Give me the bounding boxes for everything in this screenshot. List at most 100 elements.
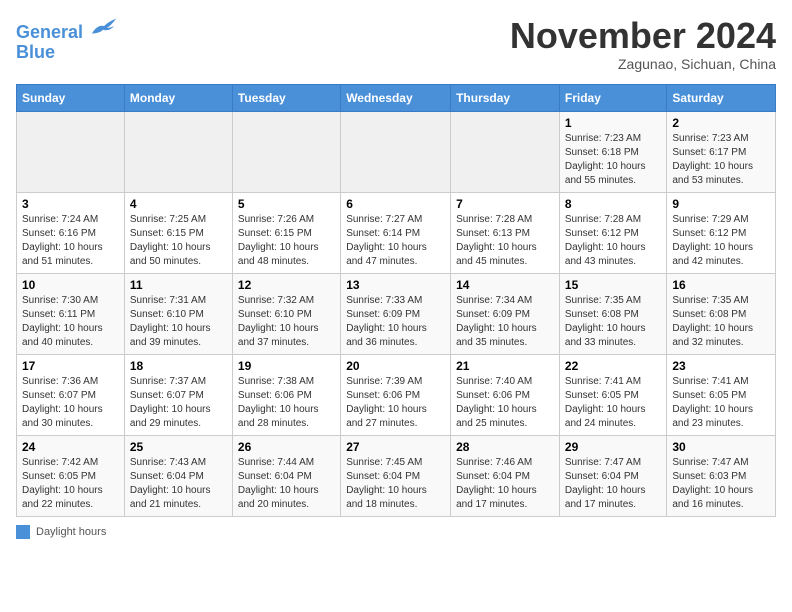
day-number: 26 — [238, 440, 335, 454]
day-info: Sunrise: 7:31 AMSunset: 6:10 PMDaylight:… — [130, 294, 227, 350]
day-number: 20 — [346, 359, 445, 373]
day-info: Sunrise: 7:23 AMSunset: 6:18 PMDaylight:… — [565, 132, 661, 188]
title-block: November 2024 Zagunao, Sichuan, China — [510, 16, 776, 72]
day-number: 9 — [672, 197, 770, 211]
calendar-day-cell — [124, 111, 232, 192]
day-number: 28 — [456, 440, 554, 454]
day-number: 25 — [130, 440, 227, 454]
day-info: Sunrise: 7:35 AMSunset: 6:08 PMDaylight:… — [565, 294, 661, 350]
calendar-day-cell: 12 Sunrise: 7:32 AMSunset: 6:10 PMDayligh… — [232, 273, 340, 354]
calendar-day-cell: 22 Sunrise: 7:41 AMSunset: 6:05 PMDayligh… — [559, 354, 666, 435]
day-number: 21 — [456, 359, 554, 373]
day-number: 15 — [565, 278, 661, 292]
calendar-day-cell: 8Sunrise: 7:28 AMSunset: 6:12 PMDaylight… — [559, 192, 666, 273]
day-info: Sunrise: 7:45 AMSunset: 6:04 PMDaylight:… — [346, 456, 445, 512]
day-info: Sunrise: 7:30 AMSunset: 6:11 PMDaylight:… — [22, 294, 119, 350]
day-number: 19 — [238, 359, 335, 373]
day-number: 16 — [672, 278, 770, 292]
day-info: Sunrise: 7:47 AMSunset: 6:03 PMDaylight:… — [672, 456, 770, 512]
day-number: 22 — [565, 359, 661, 373]
page-header: General Blue November 2024 Zagunao, Sich… — [16, 16, 776, 72]
day-info: Sunrise: 7:42 AMSunset: 6:05 PMDaylight:… — [22, 456, 119, 512]
calendar-week-row: 1Sunrise: 7:23 AMSunset: 6:18 PMDaylight… — [17, 111, 776, 192]
calendar-day-cell — [17, 111, 125, 192]
calendar-week-row: 3 Sunrise: 7:24 AMSunset: 6:16 PMDaylight… — [17, 192, 776, 273]
day-number: 10 — [22, 278, 119, 292]
calendar-day-cell: 5 Sunrise: 7:26 AMSunset: 6:15 PMDaylight… — [232, 192, 340, 273]
legend-color-box — [16, 525, 30, 539]
calendar-body: 1Sunrise: 7:23 AMSunset: 6:18 PMDaylight… — [17, 111, 776, 516]
day-number: 3 — [22, 197, 119, 211]
calendar-day-cell: 15 Sunrise: 7:35 AMSunset: 6:08 PMDayligh… — [559, 273, 666, 354]
calendar-day-cell: 29 Sunrise: 7:47 AMSunset: 6:04 PMDayligh… — [559, 435, 666, 516]
calendar-day-cell: 14 Sunrise: 7:34 AMSunset: 6:09 PMDayligh… — [451, 273, 560, 354]
calendar-day-cell: 4Sunrise: 7:25 AMSunset: 6:15 PMDaylight… — [124, 192, 232, 273]
day-info: Sunrise: 7:47 AMSunset: 6:04 PMDaylight:… — [565, 456, 661, 512]
day-number: 17 — [22, 359, 119, 373]
day-number: 5 — [238, 197, 335, 211]
calendar-week-row: 24 Sunrise: 7:42 AMSunset: 6:05 PMDayligh… — [17, 435, 776, 516]
calendar-day-cell: 27 Sunrise: 7:45 AMSunset: 6:04 PMDayligh… — [341, 435, 451, 516]
calendar-header-cell: Wednesday — [341, 84, 451, 111]
day-number: 7 — [456, 197, 554, 211]
day-info: Sunrise: 7:28 AMSunset: 6:12 PMDaylight:… — [565, 213, 661, 269]
calendar-day-cell — [341, 111, 451, 192]
day-number: 6 — [346, 197, 445, 211]
day-number: 12 — [238, 278, 335, 292]
day-info: Sunrise: 7:38 AMSunset: 6:06 PMDaylight:… — [238, 375, 335, 431]
day-info: Sunrise: 7:39 AMSunset: 6:06 PMDaylight:… — [346, 375, 445, 431]
day-info: Sunrise: 7:36 AMSunset: 6:07 PMDaylight:… — [22, 375, 119, 431]
calendar-day-cell: 16 Sunrise: 7:35 AMSunset: 6:08 PMDayligh… — [667, 273, 776, 354]
day-info: Sunrise: 7:27 AMSunset: 6:14 PMDaylight:… — [346, 213, 445, 269]
calendar-day-cell: 20 Sunrise: 7:39 AMSunset: 6:06 PMDayligh… — [341, 354, 451, 435]
calendar-day-cell: 19 Sunrise: 7:38 AMSunset: 6:06 PMDayligh… — [232, 354, 340, 435]
day-info: Sunrise: 7:41 AMSunset: 6:05 PMDaylight:… — [565, 375, 661, 431]
day-number: 2 — [672, 116, 770, 130]
day-info: Sunrise: 7:35 AMSunset: 6:08 PMDaylight:… — [672, 294, 770, 350]
calendar-header-cell: Tuesday — [232, 84, 340, 111]
calendar-table: SundayMondayTuesdayWednesdayThursdayFrid… — [16, 84, 776, 517]
location-subtitle: Zagunao, Sichuan, China — [510, 56, 776, 72]
day-number: 29 — [565, 440, 661, 454]
day-number: 27 — [346, 440, 445, 454]
calendar-header-cell: Monday — [124, 84, 232, 111]
calendar-day-cell: 17 Sunrise: 7:36 AMSunset: 6:07 PMDayligh… — [17, 354, 125, 435]
day-number: 11 — [130, 278, 227, 292]
day-info: Sunrise: 7:34 AMSunset: 6:09 PMDaylight:… — [456, 294, 554, 350]
calendar-day-cell: 1Sunrise: 7:23 AMSunset: 6:18 PMDaylight… — [559, 111, 666, 192]
day-info: Sunrise: 7:43 AMSunset: 6:04 PMDaylight:… — [130, 456, 227, 512]
day-info: Sunrise: 7:24 AMSunset: 6:16 PMDaylight:… — [22, 213, 119, 269]
month-title: November 2024 — [510, 16, 776, 56]
calendar-day-cell: 3 Sunrise: 7:24 AMSunset: 6:16 PMDaylight… — [17, 192, 125, 273]
calendar-header-cell: Sunday — [17, 84, 125, 111]
calendar-week-row: 10 Sunrise: 7:30 AMSunset: 6:11 PMDayligh… — [17, 273, 776, 354]
day-number: 18 — [130, 359, 227, 373]
legend: Daylight hours — [16, 525, 776, 539]
calendar-header-cell: Saturday — [667, 84, 776, 111]
calendar-week-row: 17 Sunrise: 7:36 AMSunset: 6:07 PMDayligh… — [17, 354, 776, 435]
calendar-day-cell: 30Sunrise: 7:47 AMSunset: 6:03 PMDayligh… — [667, 435, 776, 516]
calendar-day-cell: 26 Sunrise: 7:44 AMSunset: 6:04 PMDayligh… — [232, 435, 340, 516]
day-info: Sunrise: 7:33 AMSunset: 6:09 PMDaylight:… — [346, 294, 445, 350]
calendar-day-cell: 23Sunrise: 7:41 AMSunset: 6:05 PMDayligh… — [667, 354, 776, 435]
day-info: Sunrise: 7:32 AMSunset: 6:10 PMDaylight:… — [238, 294, 335, 350]
calendar-day-cell: 10 Sunrise: 7:30 AMSunset: 6:11 PMDayligh… — [17, 273, 125, 354]
calendar-header-cell: Thursday — [451, 84, 560, 111]
day-info: Sunrise: 7:44 AMSunset: 6:04 PMDaylight:… — [238, 456, 335, 512]
day-number: 24 — [22, 440, 119, 454]
day-info: Sunrise: 7:26 AMSunset: 6:15 PMDaylight:… — [238, 213, 335, 269]
logo-subtext: Blue — [16, 43, 118, 63]
day-info: Sunrise: 7:28 AMSunset: 6:13 PMDaylight:… — [456, 213, 554, 269]
calendar-day-cell: 6 Sunrise: 7:27 AMSunset: 6:14 PMDaylight… — [341, 192, 451, 273]
day-number: 23 — [672, 359, 770, 373]
logo-bird-icon — [90, 16, 118, 38]
calendar-day-cell — [451, 111, 560, 192]
logo: General Blue — [16, 16, 118, 63]
legend-label: Daylight hours — [36, 526, 106, 538]
day-number: 14 — [456, 278, 554, 292]
day-info: Sunrise: 7:25 AMSunset: 6:15 PMDaylight:… — [130, 213, 227, 269]
calendar-day-cell: 9Sunrise: 7:29 AMSunset: 6:12 PMDaylight… — [667, 192, 776, 273]
calendar-day-cell: 7 Sunrise: 7:28 AMSunset: 6:13 PMDaylight… — [451, 192, 560, 273]
day-number: 13 — [346, 278, 445, 292]
day-info: Sunrise: 7:37 AMSunset: 6:07 PMDaylight:… — [130, 375, 227, 431]
